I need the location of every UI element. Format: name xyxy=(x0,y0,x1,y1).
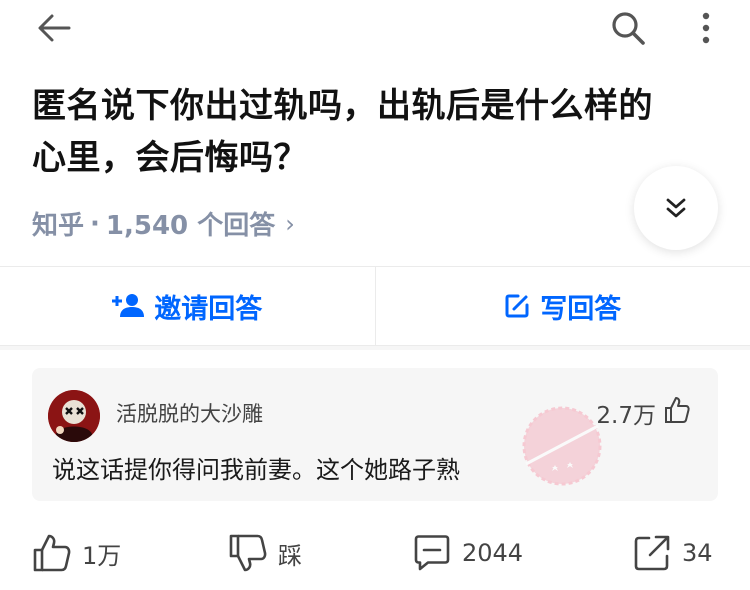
avatar[interactable] xyxy=(48,390,100,442)
comment-username[interactable]: 活脱脱的大沙雕 xyxy=(116,398,263,428)
answer-actions: 邀请回答 写回答 xyxy=(0,266,750,346)
question-title-line-2: 心里，会后悔吗？ xyxy=(32,138,308,178)
meta-separator: · xyxy=(90,208,100,239)
bottom-action-bar: 1万 踩 2044 34 xyxy=(0,520,750,586)
thumbs-down-icon xyxy=(229,534,267,572)
question-title: 匿名说下你出过轨吗，出轨后是什么样的 心里，会后悔吗？ xyxy=(32,80,732,184)
chevron-right-icon: › xyxy=(285,209,295,238)
comment-icon xyxy=(414,535,450,571)
downvote-label: 踩 xyxy=(278,541,302,570)
upvote-count: 1万 xyxy=(82,541,122,570)
share-button[interactable]: 34 xyxy=(632,530,713,576)
back-button[interactable] xyxy=(32,8,76,48)
downvote-button[interactable]: 踩 xyxy=(228,530,302,576)
more-options-button[interactable] xyxy=(686,6,726,50)
write-answer-label: 写回答 xyxy=(540,293,622,325)
avatar-image xyxy=(48,390,100,442)
edit-icon xyxy=(505,294,529,318)
question-meta[interactable]: 知乎 · 1,540 个回答 › xyxy=(32,205,295,242)
comment-text: 说这话提你得问我前妻。这个她路子熟 xyxy=(52,456,460,484)
invite-answer-label: 邀请回答 xyxy=(154,293,263,325)
search-button[interactable] xyxy=(606,6,650,50)
double-chevron-down-icon xyxy=(666,198,686,218)
write-answer-button[interactable]: 写回答 xyxy=(376,267,750,345)
hot-comment-card[interactable]: 活脱脱的大沙雕 2.7万 说这话提你得问我前妻。这个她路子熟 xyxy=(32,368,718,501)
invite-answer-button[interactable]: 邀请回答 xyxy=(0,267,375,345)
expand-button[interactable] xyxy=(634,166,718,250)
answer-count: 1,540 个回答 xyxy=(105,211,276,241)
thumbs-up-icon xyxy=(33,534,71,572)
top-bar xyxy=(0,0,750,60)
comment-like-count: 2.7万 xyxy=(596,403,656,429)
thumbs-up-icon[interactable] xyxy=(664,396,690,424)
more-vertical-icon xyxy=(702,12,710,44)
comments-button[interactable]: 2044 xyxy=(412,530,523,576)
back-arrow-icon xyxy=(38,14,71,42)
search-icon xyxy=(612,12,645,45)
add-user-icon xyxy=(112,294,145,317)
share-count: 34 xyxy=(682,539,713,567)
share-icon xyxy=(634,535,670,571)
upvote-button[interactable]: 1万 xyxy=(32,530,121,576)
section-divider xyxy=(0,346,750,350)
source-label: 知乎 xyxy=(32,211,85,241)
question-title-line-1: 匿名说下你出过轨吗，出轨后是什么样的 xyxy=(32,86,653,126)
comment-count: 2044 xyxy=(462,539,524,567)
